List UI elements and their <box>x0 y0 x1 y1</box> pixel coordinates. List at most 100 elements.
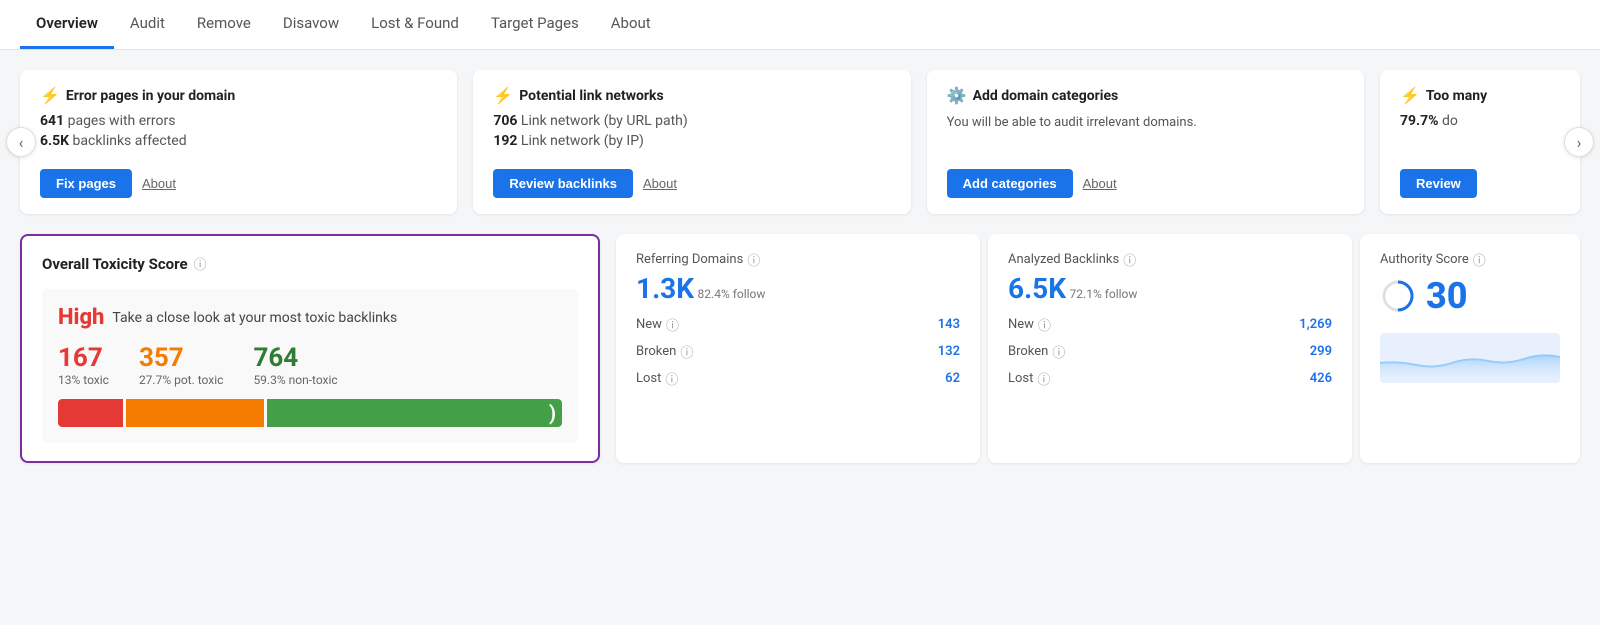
sparkline-svg <box>1380 333 1560 383</box>
metric-authority-score: Authority Score ⓘ 30 <box>1360 234 1580 463</box>
card-title-2: Potential link networks <box>519 88 663 104</box>
toxicity-card: Overall Toxicity Score ⓘ High Take a clo… <box>20 234 600 463</box>
cards-row: ‹ ⚡ Error pages in your domain 641 pages… <box>20 70 1580 214</box>
authority-score-info-icon[interactable]: ⓘ <box>1473 250 1486 269</box>
tox-bar-orange <box>126 399 264 427</box>
tox-value-pot-toxic: 357 <box>139 344 224 373</box>
card-stat-1b: 6.5K backlinks affected <box>40 133 437 149</box>
main-content: ‹ ⚡ Error pages in your domain 641 pages… <box>0 50 1600 463</box>
analyzed-backlinks-info-icon[interactable]: ⓘ <box>1123 250 1136 269</box>
backlinks-lost-value: 426 <box>1310 371 1332 386</box>
referring-lost-row: Lost ⓘ 62 <box>636 369 960 388</box>
bolt-icon-2: ⚡ <box>493 86 513 105</box>
referring-domains-info-icon[interactable]: ⓘ <box>747 250 760 269</box>
nav-item-remove[interactable]: Remove <box>181 0 267 49</box>
backlinks-broken-value: 299 <box>1310 344 1332 359</box>
referring-domains-follow: 82.4% follow <box>698 287 766 301</box>
card-actions-2: Review backlinks About <box>493 169 890 198</box>
card-header-1: ⚡ Error pages in your domain <box>40 86 437 105</box>
card-actions-4: Review <box>1400 169 1560 198</box>
nav-bar: Overview Audit Remove Disavow Lost & Fou… <box>0 0 1600 50</box>
referring-broken-row: Broken ⓘ 132 <box>636 342 960 361</box>
nav-item-lost-found[interactable]: Lost & Found <box>355 0 475 49</box>
about-button-1[interactable]: About <box>142 176 176 191</box>
referring-lost-label: Lost ⓘ <box>636 369 678 388</box>
card-stat-1a: 641 pages with errors <box>40 113 437 129</box>
bolt-icon-1: ⚡ <box>40 86 60 105</box>
gear-icon-3: ⚙️ <box>947 86 967 105</box>
card-stat-2a: 706 Link network (by URL path) <box>493 113 890 129</box>
metric-analyzed-backlinks: Analyzed Backlinks ⓘ 6.5K 72.1% follow N… <box>988 234 1352 463</box>
bolt-icon-4: ⚡ <box>1400 86 1420 105</box>
backlinks-new-row: New ⓘ 1,269 <box>1008 315 1332 334</box>
card-error-pages: ⚡ Error pages in your domain 641 pages w… <box>20 70 457 214</box>
referring-broken-value: 132 <box>938 344 960 359</box>
about-button-3[interactable]: About <box>1083 176 1117 191</box>
tox-bar-green <box>267 399 562 427</box>
toxicity-title: Overall Toxicity Score <box>42 255 188 273</box>
card-header-2: ⚡ Potential link networks <box>493 86 890 105</box>
prev-arrow[interactable]: ‹ <box>6 127 36 157</box>
authority-sparkline <box>1380 333 1560 383</box>
authority-score-display: 30 <box>1380 275 1560 317</box>
toxicity-numbers: 167 13% toxic 357 27.7% pot. toxic 764 5… <box>58 344 562 387</box>
card-desc-3: You will be able to audit irrelevant dom… <box>947 113 1344 133</box>
lost-info-icon-1[interactable]: ⓘ <box>665 369 678 388</box>
referring-domains-label: Referring Domains ⓘ <box>636 250 960 269</box>
referring-domains-value-row: 1.3K 82.4% follow <box>636 275 960 303</box>
nav-item-audit[interactable]: Audit <box>114 0 181 49</box>
referring-domains-rows: New ⓘ 143 Broken ⓘ 132 L <box>636 315 960 388</box>
card-domain-categories: ⚙️ Add domain categories You will be abl… <box>927 70 1364 214</box>
review-button-4[interactable]: Review <box>1400 169 1477 198</box>
tox-num-pot-toxic: 357 27.7% pot. toxic <box>139 344 224 387</box>
nav-item-target-pages[interactable]: Target Pages <box>475 0 595 49</box>
referring-domains-value: 1.3K <box>636 272 694 305</box>
broken-info-icon-1[interactable]: ⓘ <box>680 342 693 361</box>
card-too-many: ⚡ Too many 79.7% do Review <box>1380 70 1580 214</box>
toxicity-info-icon[interactable]: ⓘ <box>194 254 207 273</box>
authority-score-label: Authority Score ⓘ <box>1380 250 1560 269</box>
referring-lost-value: 62 <box>945 371 960 386</box>
referring-broken-label: Broken ⓘ <box>636 342 693 361</box>
metric-referring-domains: Referring Domains ⓘ 1.3K 82.4% follow Ne… <box>616 234 980 463</box>
nav-item-disavow[interactable]: Disavow <box>267 0 355 49</box>
referring-new-row: New ⓘ 143 <box>636 315 960 334</box>
nav-item-overview[interactable]: Overview <box>20 0 114 49</box>
lost-info-icon-2[interactable]: ⓘ <box>1037 369 1050 388</box>
fix-pages-button[interactable]: Fix pages <box>40 169 132 198</box>
tox-num-toxic: 167 13% toxic <box>58 344 109 387</box>
card-header-3: ⚙️ Add domain categories <box>947 86 1344 105</box>
backlinks-lost-label: Lost ⓘ <box>1008 369 1050 388</box>
toxicity-header: Overall Toxicity Score ⓘ <box>42 254 578 273</box>
card-link-networks: ⚡ Potential link networks 706 Link netwo… <box>473 70 910 214</box>
toxicity-level: High Take a close look at your most toxi… <box>58 305 562 330</box>
analyzed-backlinks-value: 6.5K <box>1008 272 1066 305</box>
about-button-2[interactable]: About <box>643 176 677 191</box>
new-info-icon-1[interactable]: ⓘ <box>666 315 679 334</box>
tox-label-pot-toxic: 27.7% pot. toxic <box>139 373 224 387</box>
analyzed-backlinks-value-row: 6.5K 72.1% follow <box>1008 275 1332 303</box>
toxicity-level-value: High <box>58 305 104 330</box>
tox-label-toxic: 13% toxic <box>58 373 109 387</box>
tox-value-toxic: 167 <box>58 344 109 373</box>
new-info-icon-2[interactable]: ⓘ <box>1038 315 1051 334</box>
toxicity-bar <box>58 399 562 427</box>
bottom-section: Overall Toxicity Score ⓘ High Take a clo… <box>20 234 1580 463</box>
backlinks-broken-label: Broken ⓘ <box>1008 342 1065 361</box>
analyzed-backlinks-rows: New ⓘ 1,269 Broken ⓘ 299 <box>1008 315 1332 388</box>
next-arrow[interactable]: › <box>1564 127 1594 157</box>
metrics-panel: Referring Domains ⓘ 1.3K 82.4% follow Ne… <box>616 234 1580 463</box>
card-title-1: Error pages in your domain <box>66 88 235 104</box>
add-categories-button[interactable]: Add categories <box>947 169 1073 198</box>
backlinks-new-label: New ⓘ <box>1008 315 1051 334</box>
backlinks-lost-row: Lost ⓘ 426 <box>1008 369 1332 388</box>
review-backlinks-button[interactable]: Review backlinks <box>493 169 633 198</box>
tox-label-non-toxic: 59.3% non-toxic <box>253 373 337 387</box>
backlinks-broken-row: Broken ⓘ 299 <box>1008 342 1332 361</box>
toxicity-inner: High Take a close look at your most toxi… <box>42 289 578 443</box>
card-actions-1: Fix pages About <box>40 169 437 198</box>
broken-info-icon-2[interactable]: ⓘ <box>1052 342 1065 361</box>
authority-circle-icon <box>1380 278 1416 314</box>
referring-new-value: 143 <box>938 317 960 332</box>
nav-item-about[interactable]: About <box>595 0 667 49</box>
